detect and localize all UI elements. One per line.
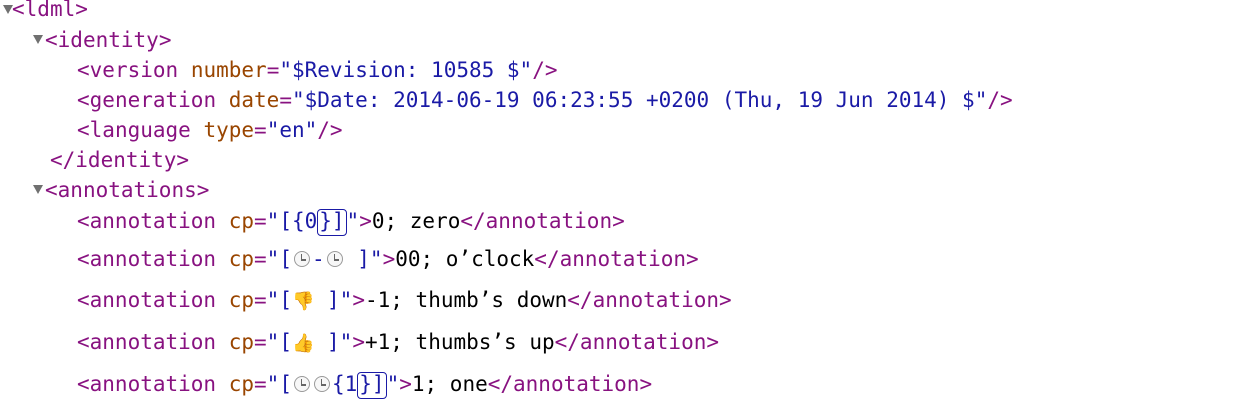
attribute-value: "en" bbox=[266, 118, 318, 142]
annotation-text: +1; thumbs’s up bbox=[364, 330, 555, 354]
annotation-row: <annotation cp="[👎 ]">-1; thumb’s down</… bbox=[77, 285, 732, 315]
attribute-value: "[ bbox=[266, 247, 292, 271]
tag-name: generation bbox=[89, 88, 217, 112]
annotation-row: <annotation cp="[{0}]">0; zero</annotati… bbox=[77, 206, 625, 236]
attribute-name: cp bbox=[216, 209, 255, 233]
annotation-text: -1; thumb’s down bbox=[364, 288, 568, 312]
attribute-name: type bbox=[190, 118, 255, 142]
bracket-match-highlight: }] bbox=[317, 208, 347, 236]
attribute-name: cp bbox=[216, 330, 255, 354]
equals-sign: = bbox=[254, 372, 267, 396]
identity-open-tag: <identity> bbox=[45, 25, 171, 55]
annotation-text: 0; zero bbox=[371, 209, 461, 233]
closing-tag: </annotation> bbox=[567, 288, 732, 312]
tag-self-close: /> bbox=[987, 88, 1013, 112]
tag-open-bracket: < bbox=[45, 28, 58, 52]
clock-icon bbox=[326, 251, 343, 267]
tag-close-bracket: > bbox=[352, 330, 365, 354]
tag-open: <annotation bbox=[77, 209, 217, 233]
tag-self-close: /> bbox=[317, 118, 343, 142]
version-element: <version number="$Revision: 10585 $"/> bbox=[77, 55, 558, 85]
attribute-value-end: ]" bbox=[314, 330, 353, 354]
attribute-name: cp bbox=[216, 247, 255, 271]
attribute-value: "[ bbox=[266, 330, 292, 354]
ldml-open-tag: <ldml> bbox=[12, 0, 88, 24]
thumbs-down-icon: 👎 bbox=[291, 291, 315, 312]
tag-name: language bbox=[89, 118, 191, 142]
disclosure-triangle-annotations[interactable] bbox=[33, 185, 43, 194]
attribute-value: "$Revision: 10585 $" bbox=[279, 58, 533, 82]
clock-icon bbox=[313, 376, 330, 392]
closing-tag: </annotation> bbox=[534, 247, 699, 271]
tag-open-bracket: < bbox=[45, 178, 58, 202]
attribute-value-end: ]" bbox=[344, 247, 383, 271]
closing-tag: </annotation> bbox=[554, 330, 720, 354]
tag-close-bracket: > bbox=[196, 178, 210, 202]
separator: - bbox=[311, 247, 325, 271]
attribute-value-end: " bbox=[346, 209, 360, 233]
thumbs-up-icon: 👍 bbox=[291, 333, 315, 354]
equals-sign: = bbox=[279, 88, 292, 112]
tag-close-bracket: > bbox=[352, 288, 365, 312]
tag-name: version bbox=[89, 58, 179, 82]
attribute-value: "[ bbox=[266, 288, 292, 312]
clock-icon bbox=[293, 376, 310, 392]
attribute-name: date bbox=[216, 88, 280, 112]
attribute-value-end: ]" bbox=[314, 288, 353, 312]
bracket-match-highlight: }] bbox=[357, 371, 387, 399]
annotation-text: 1; one bbox=[411, 372, 488, 396]
tag-text: </identity> bbox=[50, 148, 190, 172]
tag-close-bracket: > bbox=[399, 372, 412, 396]
equals-sign: = bbox=[254, 330, 267, 354]
tag-close-bracket: > bbox=[75, 0, 88, 21]
attribute-name: number bbox=[178, 58, 267, 82]
annotation-row: <annotation cp="[- ]">00; o’clock</annot… bbox=[77, 244, 699, 274]
tag-name: ldml bbox=[24, 0, 76, 21]
clock-icon bbox=[293, 251, 310, 267]
equals-sign: = bbox=[254, 209, 267, 233]
tag-open: <annotation bbox=[77, 330, 217, 354]
tag-open-bracket: < bbox=[12, 0, 25, 21]
tag-open-bracket: < bbox=[77, 88, 90, 112]
annotation-text: 00; o’clock bbox=[395, 247, 535, 271]
attribute-value-end: " bbox=[386, 372, 400, 396]
attribute-name: cp bbox=[216, 288, 255, 312]
equals-sign: = bbox=[266, 58, 280, 82]
tag-close-bracket: > bbox=[158, 28, 172, 52]
tag-close-bracket: > bbox=[382, 247, 396, 271]
closing-tag: </annotation> bbox=[460, 209, 625, 233]
closing-tag: </annotation> bbox=[487, 372, 653, 396]
tag-close-bracket: > bbox=[359, 209, 372, 233]
generation-element: <generation date="$Date: 2014-06-19 06:2… bbox=[77, 85, 1013, 115]
tag-open: <annotation bbox=[77, 372, 217, 396]
tag-open-bracket: < bbox=[77, 58, 90, 82]
disclosure-triangle-identity[interactable] bbox=[33, 35, 43, 44]
annotation-row: <annotation cp="[👍 ]">+1; thumbs’s up</a… bbox=[77, 327, 719, 357]
attribute-name: cp bbox=[216, 372, 255, 396]
equals-sign: = bbox=[254, 247, 267, 271]
tag-name: annotations bbox=[57, 178, 197, 202]
tag-open: <annotation bbox=[77, 247, 217, 271]
tag-open-bracket: < bbox=[77, 118, 90, 142]
annotation-row: <annotation cp="[ {1}]">1; one</annotatio… bbox=[77, 369, 652, 399]
tag-open: <annotation bbox=[77, 288, 217, 312]
annotations-open-tag: <annotations> bbox=[45, 175, 209, 205]
tag-name: identity bbox=[57, 28, 159, 52]
equals-sign: = bbox=[254, 288, 267, 312]
attribute-value: "$Date: 2014-06-19 06:23:55 +0200 (Thu, … bbox=[291, 88, 988, 112]
attribute-value-mid: {1 bbox=[331, 372, 358, 396]
tag-self-close: /> bbox=[532, 58, 558, 82]
attribute-value: "[{0 bbox=[266, 209, 318, 233]
attribute-value: "[ bbox=[266, 372, 292, 396]
equals-sign: = bbox=[254, 118, 267, 142]
identity-close-tag: </identity> bbox=[50, 145, 189, 175]
language-element: <language type="en"/> bbox=[77, 115, 343, 145]
